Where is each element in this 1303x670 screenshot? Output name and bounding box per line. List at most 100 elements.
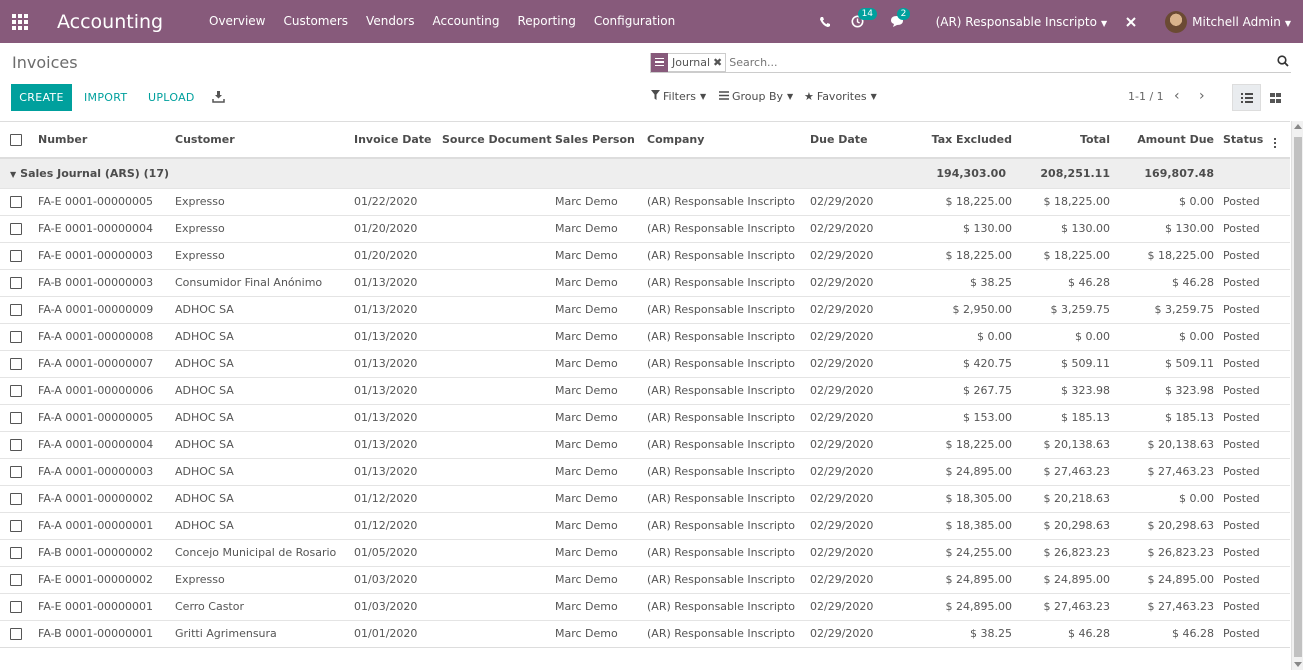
- download-icon[interactable]: [212, 90, 225, 103]
- row-checkbox[interactable]: [10, 628, 22, 640]
- kanban-view-icon: [1270, 92, 1281, 103]
- table-row[interactable]: FA-A 0001-00000009 ADHOC SA 01/13/2020 Marc…: [0, 295, 1290, 323]
- cell-company: (AR) Responsable Inscripto: [646, 457, 810, 485]
- table-row[interactable]: FA-A 0001-00000007 ADHOC SA 01/13/2020 Marc…: [0, 349, 1290, 377]
- row-checkbox[interactable]: [10, 547, 22, 559]
- cell-company: (AR) Responsable Inscripto: [646, 565, 810, 593]
- scrollbar-thumb[interactable]: [1294, 137, 1302, 657]
- cell-number: FA-A 0001-00000002: [28, 484, 165, 512]
- table-row[interactable]: FA-A 0001-00000008 ADHOC SA 01/13/2020 Marc…: [0, 322, 1290, 350]
- table-row[interactable]: FA-B 0001-00000003 Consumidor Final Anóni…: [0, 268, 1290, 296]
- search-facet-journal[interactable]: Journal ✖: [650, 52, 727, 72]
- table-row[interactable]: FA-B 0001-00000001 Gritti Agrimensura 01/0…: [0, 619, 1290, 647]
- company-switcher[interactable]: (AR) Responsable Inscripto ▼: [936, 15, 1108, 29]
- list-view-button[interactable]: [1232, 84, 1261, 111]
- table-row[interactable]: FA-E 0001-00000003 Expresso 01/20/2020 Marc…: [0, 241, 1290, 269]
- table-row[interactable]: FA-E 0001-00000005 Expresso 01/22/2020 Marc…: [0, 187, 1290, 215]
- cell-total: $ 185.13: [1012, 403, 1116, 431]
- menu-item-vendors[interactable]: Vendors: [357, 0, 423, 43]
- row-checkbox[interactable]: [10, 520, 22, 532]
- column-header-source-document[interactable]: Source Document: [435, 122, 554, 159]
- table-row[interactable]: FA-E 0001-00000001 Cerro Castor 01/03/2020…: [0, 592, 1290, 620]
- column-header-tax-excluded[interactable]: Tax Excluded: [904, 122, 1012, 159]
- row-checkbox[interactable]: [10, 466, 22, 478]
- menu-item-customers[interactable]: Customers: [275, 0, 358, 43]
- activity-clock-icon[interactable]: 14: [851, 8, 878, 28]
- optional-columns-toggle[interactable]: [1274, 122, 1290, 159]
- row-checkbox[interactable]: [10, 493, 22, 505]
- group-amount-due: 169,807.48: [1116, 157, 1220, 188]
- messages-icon[interactable]: 2: [890, 8, 911, 28]
- table-footer: 194,303.00 208,251.11 169,807.48: [0, 646, 1290, 670]
- cell-status: Posted: [1220, 268, 1274, 296]
- table-row[interactable]: FA-A 0001-00000004 ADHOC SA 01/13/2020 Marc…: [0, 430, 1290, 458]
- tools-icon[interactable]: [1125, 16, 1137, 28]
- menu-item-configuration[interactable]: Configuration: [585, 0, 684, 43]
- row-checkbox[interactable]: [10, 574, 22, 586]
- star-icon: ★: [804, 90, 814, 103]
- table-row[interactable]: FA-B 0001-00000002 Concejo Municipal de R…: [0, 538, 1290, 566]
- row-checkbox[interactable]: [10, 304, 22, 316]
- row-checkbox[interactable]: [10, 331, 22, 343]
- table-row[interactable]: FA-A 0001-00000001 ADHOC SA 01/12/2020 Marc…: [0, 511, 1290, 539]
- create-button[interactable]: CREATE: [11, 84, 72, 111]
- scroll-up-arrow-icon[interactable]: [1294, 124, 1302, 129]
- row-checkbox[interactable]: [10, 439, 22, 451]
- filters-dropdown[interactable]: Filters ▼: [651, 90, 706, 103]
- cell-source-document: [435, 214, 554, 242]
- group-by-dropdown[interactable]: Group By ▼: [719, 90, 793, 103]
- select-all-checkbox[interactable]: [10, 134, 22, 146]
- table-row[interactable]: FA-E 0001-00000002 Expresso 01/03/2020 Marc…: [0, 565, 1290, 593]
- scroll-down-arrow-icon[interactable]: [1294, 662, 1302, 667]
- column-header-company[interactable]: Company: [646, 122, 810, 159]
- cell-company: (AR) Responsable Inscripto: [646, 430, 810, 458]
- cell-amount-due: $ 0.00: [1116, 484, 1220, 512]
- column-header-status[interactable]: Status: [1220, 122, 1274, 159]
- cell-sales-person: Marc Demo: [554, 349, 646, 377]
- favorites-dropdown[interactable]: ★ Favorites ▼: [804, 90, 877, 103]
- table-row[interactable]: FA-A 0001-00000006 ADHOC SA 01/13/2020 Marc…: [0, 376, 1290, 404]
- group-row[interactable]: ▼ Sales Journal (ARS) (17) 194,303.00 208…: [0, 157, 1290, 188]
- cell-customer: ADHOC SA: [165, 376, 344, 404]
- row-checkbox[interactable]: [10, 601, 22, 613]
- row-checkbox[interactable]: [10, 385, 22, 397]
- menu-item-overview[interactable]: Overview: [200, 0, 275, 43]
- table-row[interactable]: FA-E 0001-00000004 Expresso 01/20/2020 Marc…: [0, 214, 1290, 242]
- menu-item-accounting[interactable]: Accounting: [423, 0, 508, 43]
- footer-amount-due: 169,807.48: [1116, 646, 1220, 670]
- cell-amount-due: $ 185.13: [1116, 403, 1220, 431]
- import-button[interactable]: IMPORT: [84, 84, 127, 111]
- table-row[interactable]: FA-A 0001-00000005 ADHOC SA 01/13/2020 Marc…: [0, 403, 1290, 431]
- column-header-sales-person[interactable]: Sales Person: [554, 122, 646, 159]
- pager-previous-icon[interactable]: ‹: [1174, 88, 1180, 104]
- row-checkbox[interactable]: [10, 358, 22, 370]
- phone-icon[interactable]: [819, 16, 831, 28]
- row-checkbox[interactable]: [10, 412, 22, 424]
- search-icon[interactable]: [1277, 55, 1289, 67]
- row-checkbox[interactable]: [10, 196, 22, 208]
- table-row[interactable]: FA-A 0001-00000003 ADHOC SA 01/13/2020 Marc…: [0, 457, 1290, 485]
- cell-company: (AR) Responsable Inscripto: [646, 619, 810, 647]
- table-row[interactable]: FA-A 0001-00000002 ADHOC SA 01/12/2020 Marc…: [0, 484, 1290, 512]
- column-header-amount-due[interactable]: Amount Due: [1116, 122, 1220, 159]
- column-header-number[interactable]: Number: [28, 122, 165, 159]
- row-checkbox[interactable]: [10, 277, 22, 289]
- search-input[interactable]: [729, 55, 1291, 69]
- column-header-total[interactable]: Total: [1012, 122, 1116, 159]
- facet-remove-icon[interactable]: ✖: [713, 56, 725, 69]
- column-header-invoice-date[interactable]: Invoice Date: [344, 122, 435, 159]
- pager-value[interactable]: 1-1 / 1: [1128, 90, 1164, 103]
- apps-menu-icon[interactable]: [0, 0, 40, 43]
- kanban-view-button[interactable]: [1261, 84, 1290, 111]
- cell-source-document: [435, 430, 554, 458]
- user-menu[interactable]: Mitchell Admin ▼: [1192, 15, 1291, 29]
- menu-item-reporting[interactable]: Reporting: [508, 0, 584, 43]
- user-avatar[interactable]: [1165, 10, 1188, 33]
- vertical-scrollbar[interactable]: [1291, 121, 1303, 670]
- column-header-customer[interactable]: Customer: [165, 122, 344, 159]
- upload-button[interactable]: UPLOAD: [148, 84, 195, 111]
- row-checkbox[interactable]: [10, 250, 22, 262]
- column-header-due-date[interactable]: Due Date: [810, 122, 904, 159]
- pager-next-icon[interactable]: ›: [1199, 88, 1205, 104]
- row-checkbox[interactable]: [10, 223, 22, 235]
